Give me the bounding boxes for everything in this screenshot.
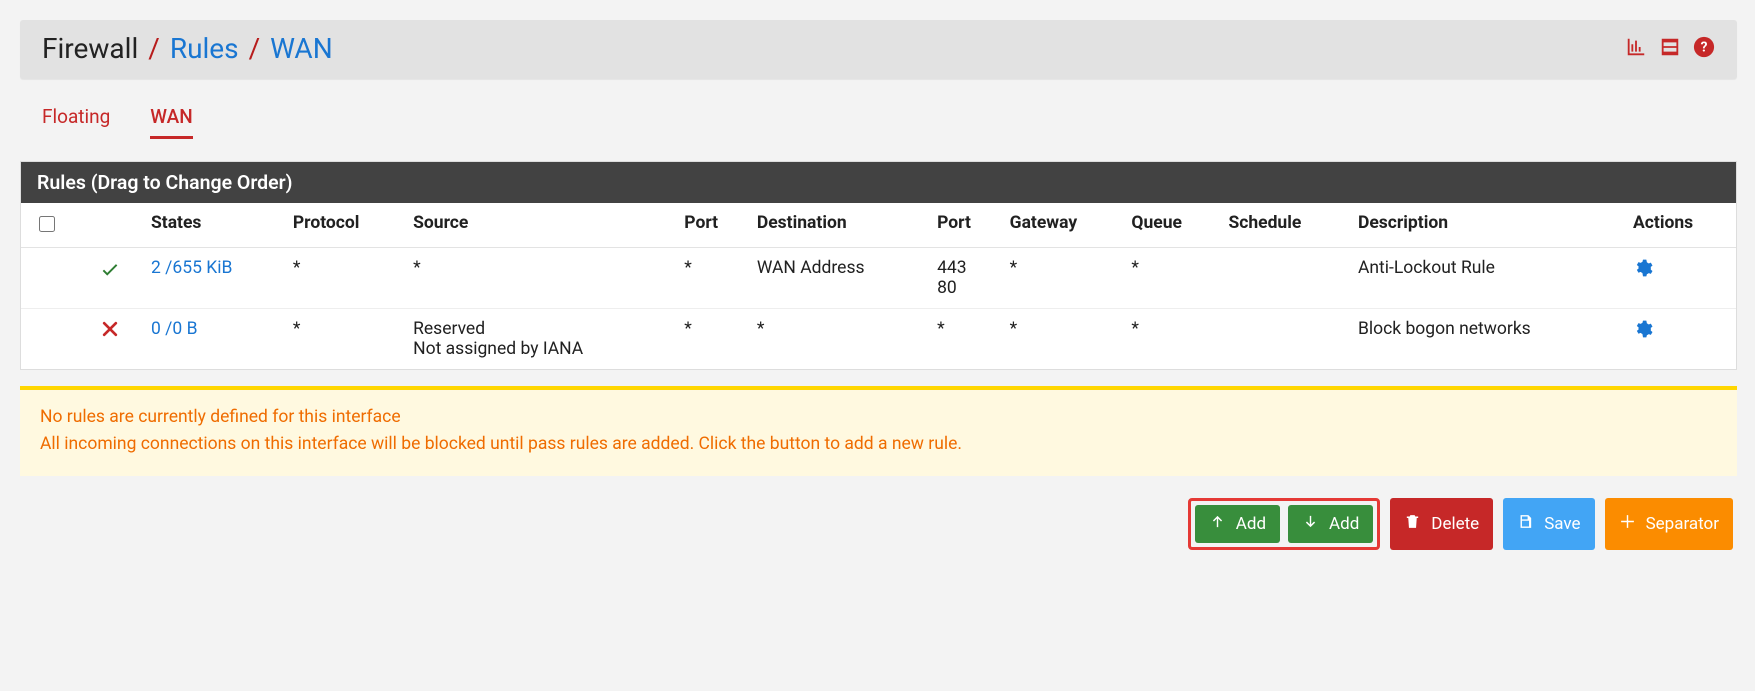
- breadcrumb-rules[interactable]: Rules: [170, 34, 239, 65]
- help-icon[interactable]: ?: [1693, 36, 1715, 63]
- add-top-button[interactable]: Add: [1195, 505, 1280, 543]
- select-all-checkbox[interactable]: [39, 216, 55, 232]
- edit-rule-button[interactable]: [1625, 308, 1736, 369]
- separator-label: Separator: [1646, 514, 1719, 534]
- cell-description: Anti-Lockout Rule: [1350, 247, 1625, 308]
- add-top-label: Add: [1236, 514, 1266, 534]
- cell-queue: *: [1123, 308, 1220, 369]
- rules-panel: Rules (Drag to Change Order) States Prot…: [20, 161, 1737, 370]
- col-schedule: Schedule: [1220, 203, 1350, 248]
- cell-queue: *: [1123, 247, 1220, 308]
- tab-wan[interactable]: WAN: [150, 105, 192, 139]
- edit-rule-button[interactable]: [1625, 247, 1736, 308]
- save-button[interactable]: Save: [1503, 498, 1594, 550]
- cell-gateway: *: [1002, 308, 1124, 369]
- block-icon: [77, 308, 143, 369]
- cell-port-src: *: [676, 308, 749, 369]
- tab-floating[interactable]: Floating: [42, 105, 110, 139]
- stats-icon[interactable]: [1625, 36, 1647, 63]
- breadcrumb: Firewall / Rules / WAN: [42, 34, 333, 65]
- header-panel: Firewall / Rules / WAN ?: [20, 20, 1737, 79]
- pass-icon: [77, 247, 143, 308]
- col-port-src: Port: [676, 203, 749, 248]
- cell-gateway: *: [1002, 247, 1124, 308]
- list-icon[interactable]: [1659, 36, 1681, 63]
- cell-protocol: *: [285, 247, 405, 308]
- col-source: Source: [405, 203, 676, 248]
- table-row[interactable]: 2 /655 KiB * * * WAN Address 443 80 * * …: [21, 247, 1736, 308]
- states-link[interactable]: 0 /0 B: [151, 319, 197, 339]
- cell-protocol: *: [285, 308, 405, 369]
- svg-text:?: ?: [1701, 39, 1708, 55]
- cell-port-src: *: [676, 247, 749, 308]
- arrow-up-icon: [1209, 513, 1226, 535]
- add-button-highlight: Add Add: [1188, 498, 1381, 550]
- cell-description: Block bogon networks: [1350, 308, 1625, 369]
- cell-destination: WAN Address: [749, 247, 929, 308]
- info-box: No rules are currently defined for this …: [20, 386, 1737, 476]
- tabs: Floating WAN: [42, 105, 1729, 139]
- table-row[interactable]: 0 /0 B * Reserved Not assigned by IANA *…: [21, 308, 1736, 369]
- breadcrumb-root: Firewall: [42, 34, 138, 65]
- rules-table: States Protocol Source Port Destination …: [21, 203, 1736, 369]
- col-states: States: [143, 203, 285, 248]
- header-icons: ?: [1625, 36, 1715, 63]
- action-bar: Add Add Delete Save Separator: [20, 498, 1737, 550]
- cell-source: Reserved Not assigned by IANA: [405, 308, 676, 369]
- cell-port-dst: *: [929, 308, 1002, 369]
- cell-schedule: [1220, 308, 1350, 369]
- breadcrumb-wan[interactable]: WAN: [270, 34, 333, 65]
- col-actions: Actions: [1625, 203, 1736, 248]
- cell-destination: *: [749, 308, 929, 369]
- trash-icon: [1404, 513, 1421, 535]
- separator-button[interactable]: Separator: [1605, 498, 1733, 550]
- col-port-dst: Port: [929, 203, 1002, 248]
- cell-source: *: [405, 247, 676, 308]
- cell-schedule: [1220, 247, 1350, 308]
- breadcrumb-sep: /: [142, 34, 166, 65]
- save-icon: [1517, 513, 1534, 535]
- col-queue: Queue: [1123, 203, 1220, 248]
- delete-label: Delete: [1431, 514, 1479, 534]
- info-line2: All incoming connections on this interfa…: [40, 431, 1717, 458]
- col-destination: Destination: [749, 203, 929, 248]
- save-label: Save: [1544, 514, 1580, 534]
- breadcrumb-sep: /: [243, 34, 267, 65]
- col-gateway: Gateway: [1002, 203, 1124, 248]
- arrow-down-icon: [1302, 513, 1319, 535]
- delete-button[interactable]: Delete: [1390, 498, 1493, 550]
- add-bottom-button[interactable]: Add: [1288, 505, 1373, 543]
- col-description: Description: [1350, 203, 1625, 248]
- states-link[interactable]: 2 /655 KiB: [151, 258, 232, 278]
- col-protocol: Protocol: [285, 203, 405, 248]
- add-bottom-label: Add: [1329, 514, 1359, 534]
- cell-port-dst: 443 80: [929, 247, 1002, 308]
- rules-title: Rules (Drag to Change Order): [21, 162, 1736, 203]
- info-line1: No rules are currently defined for this …: [40, 404, 1717, 431]
- plus-icon: [1619, 513, 1636, 535]
